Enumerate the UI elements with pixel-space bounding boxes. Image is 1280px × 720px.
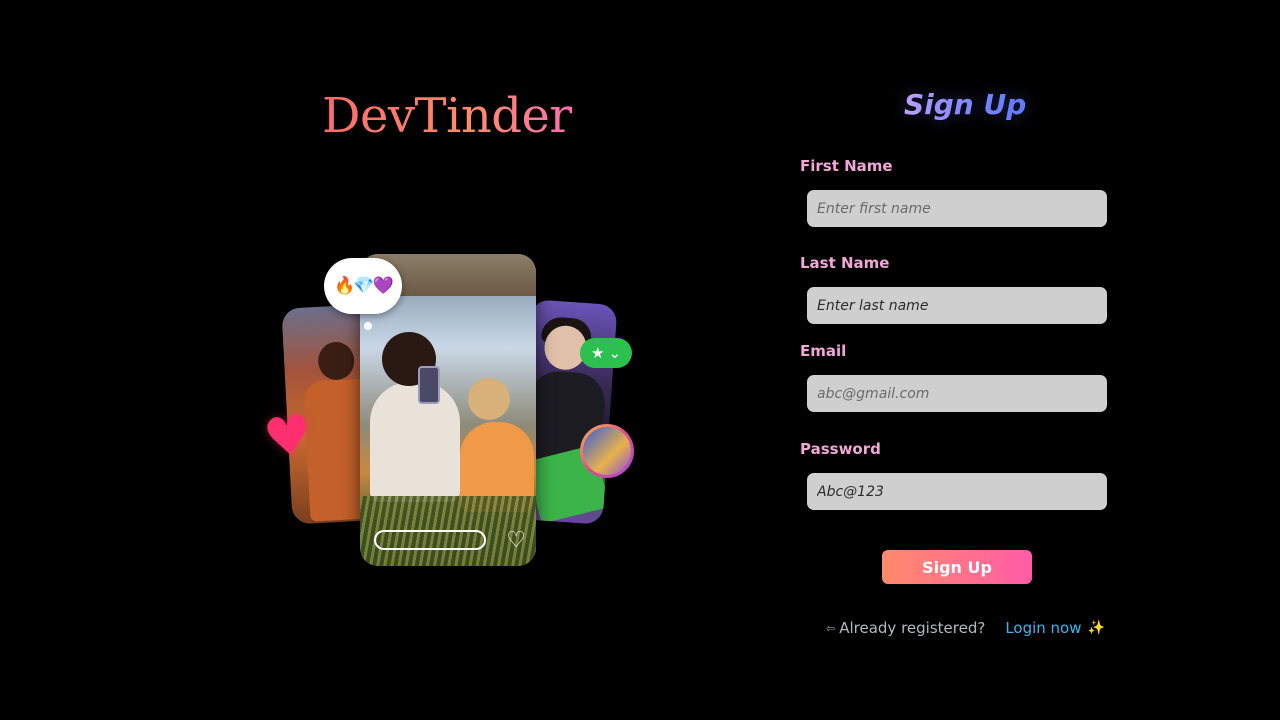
sign-up-button[interactable]: Sign Up: [882, 550, 1032, 584]
chevron-down-icon: ⌄: [608, 344, 622, 362]
first-name-label: First Name: [800, 157, 893, 175]
hero-illustration: ♡ 🔥💎💜 ♥ ★ ⌄: [259, 250, 642, 570]
email-label: Email: [800, 342, 847, 360]
last-name-label: Last Name: [800, 254, 890, 272]
progress-pill: [374, 530, 486, 550]
sparkle-icon: ✨: [1087, 620, 1105, 636]
star-icon: ★: [590, 344, 605, 362]
login-now-link[interactable]: Login now: [1005, 619, 1081, 637]
last-name-input[interactable]: [807, 287, 1107, 324]
password-label: Password: [800, 440, 881, 458]
brand-title: DevTinder: [322, 88, 572, 144]
form-title: Sign Up: [904, 88, 1027, 121]
heart-icon: ♥: [259, 401, 317, 472]
already-registered-text: Already registered?: [839, 619, 986, 637]
login-prompt: ⇦ Already registered? Login now ✨: [826, 619, 1105, 637]
avatar: [580, 424, 634, 478]
star-badge: ★ ⌄: [580, 338, 632, 368]
password-input[interactable]: [807, 473, 1107, 510]
first-name-input[interactable]: [807, 190, 1107, 227]
bubble-tail: [364, 322, 372, 330]
email-input[interactable]: [807, 375, 1107, 412]
exit-icon: ⇦: [826, 621, 836, 635]
emoji-bubble: 🔥💎💜: [324, 258, 402, 314]
heart-outline-icon: ♡: [506, 528, 526, 553]
